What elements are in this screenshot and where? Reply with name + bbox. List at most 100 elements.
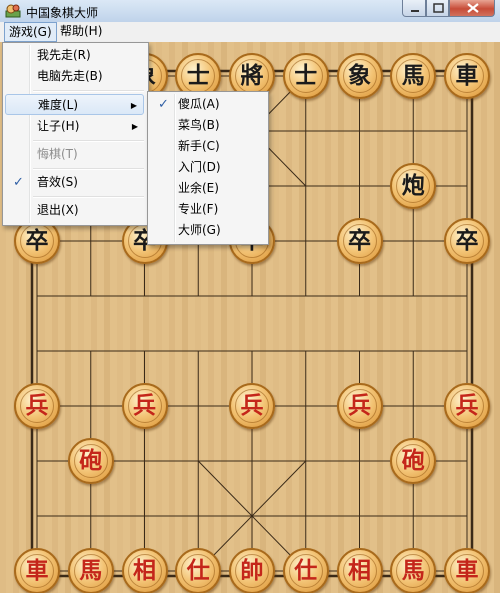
piece-char: 車 (455, 557, 479, 584)
piece-char: 仕 (294, 557, 318, 584)
red-piece[interactable]: 兵 (14, 383, 60, 429)
red-piece[interactable]: 兵 (444, 383, 490, 429)
red-piece[interactable]: 相 (336, 548, 383, 593)
piece-char: 車 (455, 62, 479, 89)
minimize-icon (411, 10, 419, 12)
red-piece[interactable]: 兵 (229, 383, 275, 429)
piece-char: 馬 (79, 557, 103, 584)
wood-grain (494, 42, 500, 593)
menu-item-undo: 悔棋(T) (5, 144, 144, 165)
check-icon: ✓ (158, 97, 169, 112)
piece-char: 仕 (186, 557, 210, 584)
piece-char: 帥 (240, 557, 264, 584)
menu-game[interactable]: 游戏(G) (4, 22, 57, 42)
piece-char: 砲 (401, 447, 425, 474)
piece-char: 砲 (79, 447, 103, 474)
wood-grain (325, 42, 331, 593)
red-piece[interactable]: 砲 (67, 438, 114, 484)
menu-item-label: 电脑先走(B) (37, 69, 103, 83)
difficulty-item-amateur[interactable]: 业余(E) (150, 178, 264, 199)
menu-item-label: 退出(X) (37, 203, 79, 217)
menu-item-label: 让子(H) (37, 119, 80, 133)
wood-grain (429, 42, 435, 593)
menu-bar: 游戏(G) 帮助(H) (0, 22, 500, 43)
piece-char: 卒 (25, 227, 49, 254)
red-piece[interactable]: 仕 (282, 548, 329, 593)
piece-char: 卒 (455, 227, 479, 254)
black-piece[interactable]: 馬 (390, 53, 437, 99)
red-piece[interactable]: 馬 (390, 548, 437, 593)
menu-help[interactable]: 帮助(H) (56, 22, 106, 41)
submenu-arrow-icon: ▶ (131, 122, 138, 131)
wood-grain (416, 42, 422, 593)
red-piece[interactable]: 帥 (229, 548, 275, 593)
menu-item-label: 新手(C) (178, 139, 220, 153)
menu-item-label: 悔棋(T) (37, 147, 78, 161)
wood-grain (442, 42, 448, 593)
menu-item-label: 大师(G) (178, 223, 221, 237)
wood-grain (377, 42, 383, 593)
wood-grain (286, 42, 292, 593)
piece-char: 士 (294, 62, 318, 89)
menu-item-difficulty[interactable]: 难度(L) ▶ (5, 94, 144, 115)
maximize-button[interactable] (426, 0, 449, 17)
menu-item-handicap[interactable]: 让子(H) ▶ (5, 116, 144, 137)
window-title: 中国象棋大师 (26, 6, 99, 20)
red-piece[interactable]: 車 (444, 548, 490, 593)
difficulty-item-novice[interactable]: 新手(C) (150, 136, 264, 157)
wood-grain (481, 42, 487, 593)
difficulty-item-rookie[interactable]: 菜鸟(B) (150, 115, 264, 136)
menu-separator (33, 90, 144, 92)
menu-separator (33, 168, 144, 170)
wood-grain (403, 42, 409, 593)
menu-item-label: 专业(F) (178, 202, 219, 216)
menu-item-player-first[interactable]: 我先走(R) (5, 45, 144, 66)
piece-char: 兵 (240, 392, 264, 419)
minimize-button[interactable] (402, 0, 426, 17)
piece-char: 相 (348, 557, 371, 584)
red-piece[interactable]: 馬 (67, 548, 114, 593)
piece-char: 象 (348, 62, 371, 89)
game-dropdown-menu: 我先走(R) 电脑先走(B) 难度(L) ▶ 让子(H) ▶ 悔棋(T) ✓ 音效(S… (2, 42, 149, 226)
piece-char: 兵 (455, 392, 479, 419)
submenu-arrow-icon: ▶ (130, 101, 137, 110)
menu-item-exit[interactable]: 退出(X) (5, 200, 144, 221)
piece-char: 車 (25, 557, 49, 584)
close-button[interactable] (449, 0, 495, 17)
black-piece[interactable]: 炮 (390, 163, 437, 209)
menu-item-label: 菜鸟(B) (178, 118, 220, 132)
check-icon: ✓ (13, 175, 24, 190)
wood-grain (312, 42, 318, 593)
red-piece[interactable]: 車 (14, 548, 60, 593)
piece-char: 兵 (348, 392, 371, 419)
wood-grain (364, 42, 370, 593)
red-piece[interactable]: 仕 (175, 548, 222, 593)
piece-char: 卒 (348, 227, 371, 254)
title-bar: 中国象棋大师 (0, 0, 500, 22)
difficulty-item-beginner[interactable]: 入门(D) (150, 157, 264, 178)
difficulty-item-fool[interactable]: ✓ 傻瓜(A) (150, 94, 264, 115)
black-piece[interactable]: 卒 (336, 218, 383, 264)
black-piece[interactable]: 象 (336, 53, 383, 99)
black-piece[interactable]: 車 (444, 53, 490, 99)
difficulty-submenu: ✓ 傻瓜(A) 菜鸟(B) 新手(C) 入门(D) 业余(E) 专业(F) 大师(… (147, 91, 269, 245)
red-piece[interactable]: 相 (121, 548, 168, 593)
piece-char: 馬 (401, 557, 425, 584)
piece-char: 炮 (401, 172, 425, 199)
menu-item-label: 难度(L) (38, 98, 79, 112)
red-piece[interactable]: 兵 (336, 383, 383, 429)
menu-item-sound[interactable]: ✓ 音效(S) (5, 172, 144, 193)
piece-char: 兵 (133, 392, 156, 419)
difficulty-item-professional[interactable]: 专业(F) (150, 199, 264, 220)
difficulty-item-master[interactable]: 大师(G) (150, 220, 264, 241)
black-piece[interactable]: 士 (282, 53, 329, 99)
wood-grain (273, 42, 279, 593)
red-piece[interactable]: 兵 (121, 383, 168, 429)
wood-grain (338, 42, 344, 593)
menu-item-label: 我先走(R) (37, 48, 91, 62)
piece-char: 相 (133, 557, 156, 584)
menu-separator (33, 140, 144, 142)
red-piece[interactable]: 砲 (390, 438, 437, 484)
menu-item-computer-first[interactable]: 电脑先走(B) (5, 66, 144, 87)
black-piece[interactable]: 卒 (444, 218, 490, 264)
